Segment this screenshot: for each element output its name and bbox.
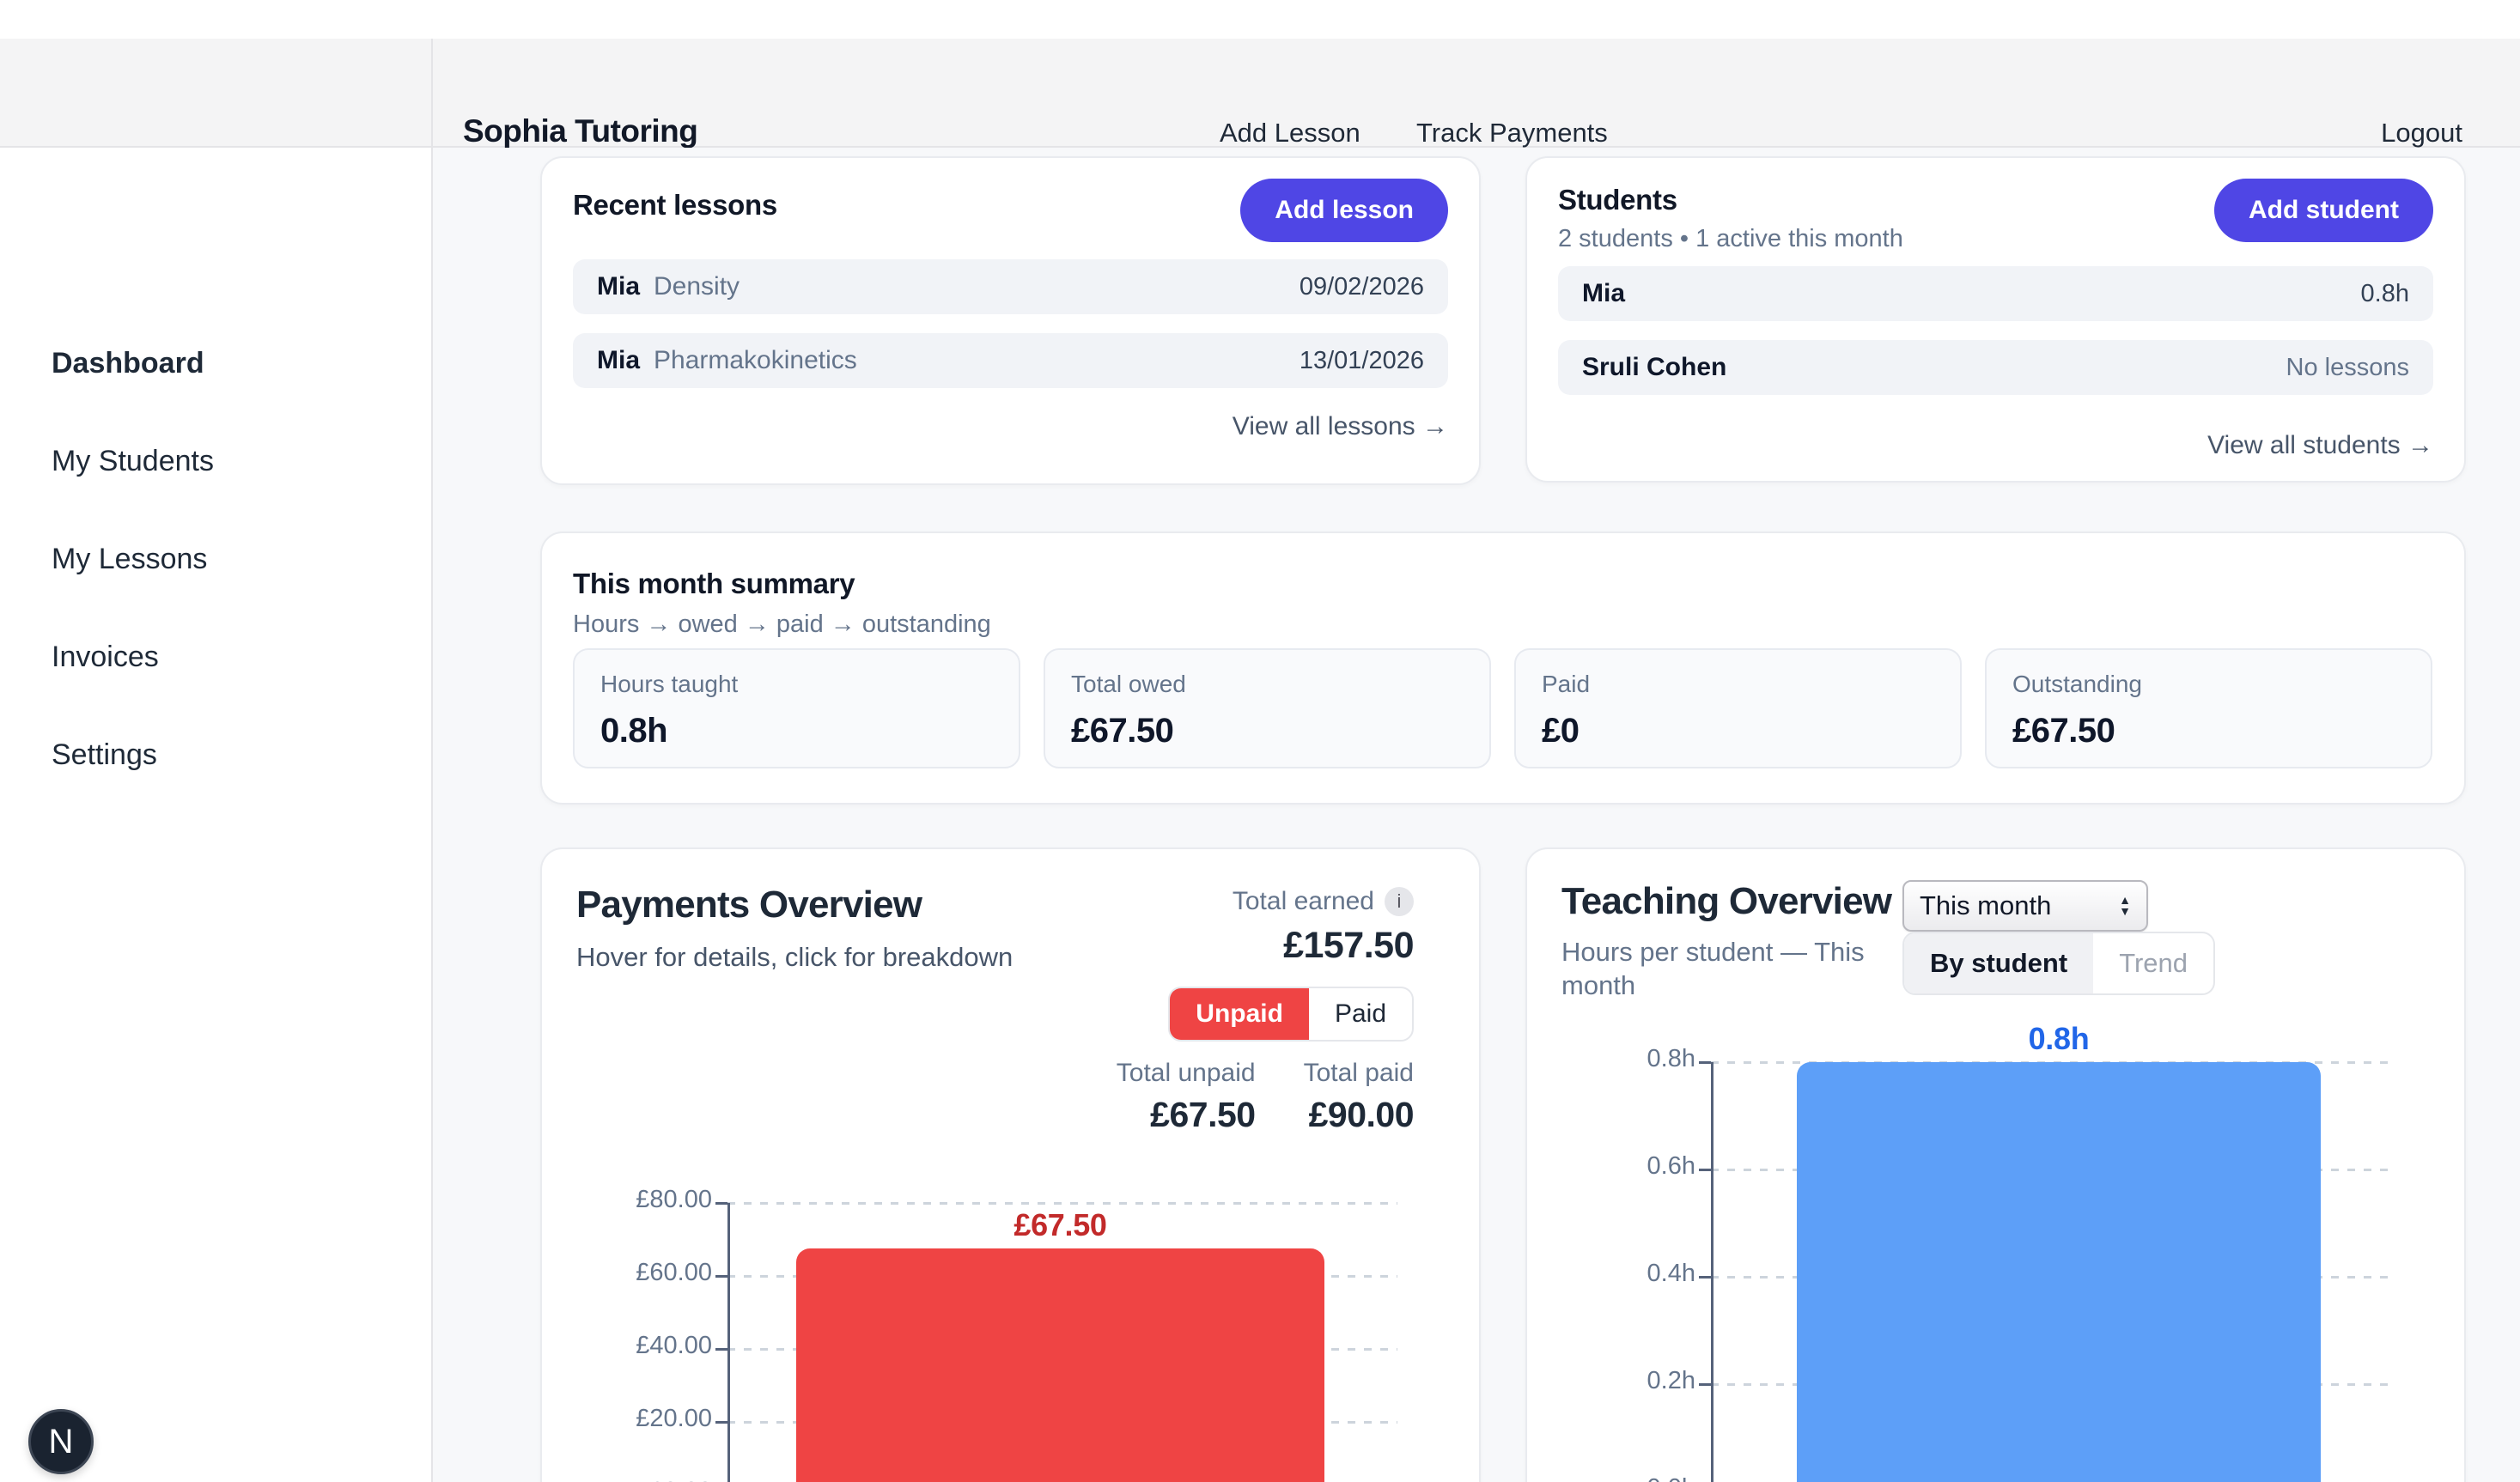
y-axis-label: £60.00 [542,1259,712,1287]
lesson-student: Mia [597,272,640,301]
stat-total-owed: Total owed £67.50 [1044,648,1491,768]
recent-lessons-card: Recent lessons Add lesson Mia Density 09… [540,156,1481,485]
view-all-students-link[interactable]: View all students → [2207,431,2433,460]
summary-title: This month summary [573,568,855,600]
stat-value: £67.50 [2012,712,2405,750]
student-row: Mia 0.8h [1558,266,2433,321]
student-name: Sruli Cohen [1582,353,1726,382]
dev-badge-letter: N [49,1423,74,1461]
student-name: Mia [1582,279,1625,308]
stat-paid: Paid £0 [1514,648,1962,768]
chart-bar [796,1248,1324,1482]
student-row: Sruli Cohen No lessons [1558,340,2433,395]
sidebar-item-my-lessons[interactable]: My Lessons [52,543,207,576]
y-axis-label: £20.00 [542,1405,712,1433]
sidebar-divider [431,39,433,148]
summary-subtitle: Hours → owed → paid → outstanding [573,610,991,639]
month-summary-card: This month summary Hours → owed → paid →… [540,531,2466,805]
students-title: Students [1558,184,1677,216]
lesson-row: Mia Density 09/02/2026 [573,259,1448,314]
nav-add-lesson[interactable]: Add Lesson [1220,118,1360,149]
stat-label: Hours taught [600,671,993,698]
sidebar-item-dashboard[interactable]: Dashboard [52,347,204,380]
lesson-student: Mia [597,346,640,375]
stat-label: Outstanding [2012,671,2405,698]
lesson-date: 09/02/2026 [1300,273,1424,301]
student-hours: 0.8h [2361,280,2409,308]
axis-tick [715,1421,727,1424]
stat-value: £67.50 [1071,712,1464,750]
view-all-lessons-link[interactable]: View all lessons → [1233,412,1448,441]
add-student-button[interactable]: Add student [2214,179,2433,242]
bar-value-label: £67.50 [796,1207,1324,1242]
chart-bar [1797,1062,2321,1482]
stat-value: 0.8h [600,712,993,750]
add-lesson-button[interactable]: Add lesson [1240,179,1448,242]
y-axis-label: £0.00 [542,1478,712,1482]
lesson-subject: Density [654,272,740,301]
payments-bar-chart[interactable]: £80.00 £60.00 £40.00 £20.00 £0.00 £67.50 [542,849,1479,1482]
lesson-date: 13/01/2026 [1300,347,1424,375]
stat-label: Paid [1542,671,1934,698]
bar-value-label: 0.8h [1797,1021,2321,1055]
axis-tick [1699,1061,1711,1064]
stat-value: £0 [1542,712,1934,750]
dev-tools-badge[interactable]: N [28,1409,94,1474]
sidebar-item-my-students[interactable]: My Students [52,445,214,478]
y-axis-label: £80.00 [542,1186,712,1214]
y-axis-label: £40.00 [542,1332,712,1360]
student-hours: No lessons [2286,354,2409,382]
recent-lessons-title: Recent lessons [573,189,777,222]
y-axis-label: 0.0h [1527,1474,1695,1482]
axis-tick [1699,1169,1711,1171]
gridline [727,1202,1397,1205]
lesson-subject: Pharmakokinetics [654,346,857,375]
payments-overview-card: Payments Overview Hover for details, cli… [540,847,1481,1482]
lesson-row: Mia Pharmakokinetics 13/01/2026 [573,333,1448,388]
teaching-bar-chart[interactable]: 0.8h 0.6h 0.4h 0.2h 0.0h 0.8h [1527,849,2464,1482]
sidebar-item-invoices[interactable]: Invoices [52,641,159,674]
stat-label: Total owed [1071,671,1464,698]
y-axis-line [727,1203,730,1482]
y-axis-label: 0.2h [1527,1367,1695,1395]
axis-tick [715,1348,727,1351]
axis-tick [1699,1276,1711,1279]
sidebar-item-settings[interactable]: Settings [52,738,157,772]
students-card: Students 2 students • 1 active this mont… [1525,156,2466,483]
y-axis-line [1711,1062,1713,1482]
axis-tick [715,1275,727,1278]
y-axis-label: 0.6h [1527,1152,1695,1181]
sidebar: Dashboard My Students My Lessons Invoice… [0,148,433,1482]
brand-title: Sophia Tutoring [463,113,697,149]
logout-button[interactable]: Logout [2381,118,2462,149]
nav-track-payments[interactable]: Track Payments [1416,118,1608,149]
top-bar: Sophia Tutoring Add Lesson Track Payment… [0,39,2520,148]
teaching-overview-card: Teaching Overview Hours per student — Th… [1525,847,2466,1482]
stat-hours-taught: Hours taught 0.8h [573,648,1020,768]
stat-outstanding: Outstanding £67.50 [1985,648,2432,768]
y-axis-label: 0.4h [1527,1260,1695,1288]
app-root: Sophia Tutoring Add Lesson Track Payment… [0,0,2520,1482]
students-subtitle: 2 students • 1 active this month [1558,225,1903,253]
axis-tick [715,1202,727,1205]
axis-tick [1699,1383,1711,1386]
y-axis-label: 0.8h [1527,1045,1695,1073]
